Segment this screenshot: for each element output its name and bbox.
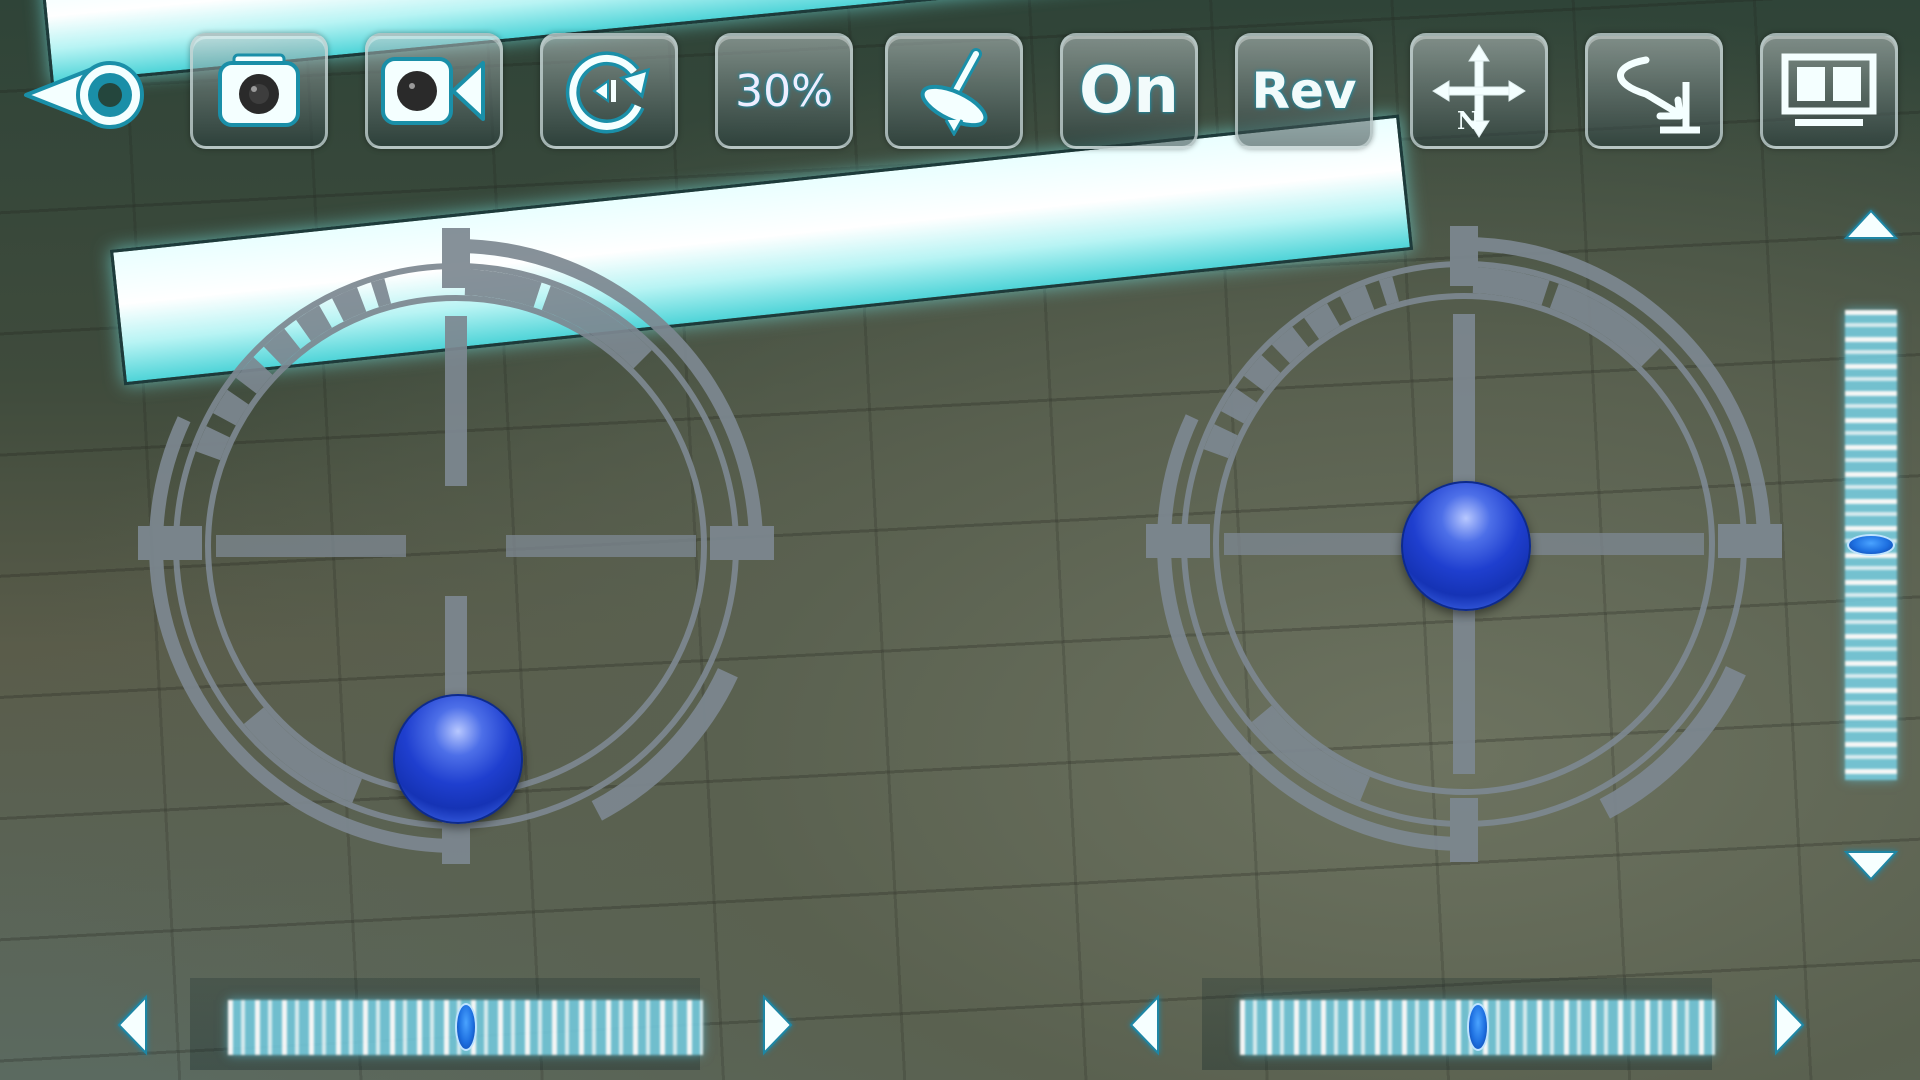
right-vertical-trim <box>1835 200 1905 890</box>
video-camera-icon <box>381 57 485 125</box>
thick-segment <box>591 668 738 821</box>
trim-up-arrow-icon[interactable] <box>1843 208 1899 242</box>
rotate-icon <box>565 51 651 134</box>
speed-button[interactable]: 30% <box>715 33 853 149</box>
left-trim-thumb[interactable] <box>454 1003 477 1051</box>
right-tab <box>1718 524 1782 558</box>
camera-icon <box>218 53 300 127</box>
reverse-label: Rev <box>1251 62 1357 120</box>
top-toolbar: 30% On Rev N <box>0 33 1920 153</box>
top-tab <box>1450 226 1478 286</box>
trim-right-arrow-icon[interactable] <box>1772 994 1806 1056</box>
svg-text:N: N <box>1457 106 1479 135</box>
top-tab <box>442 228 470 288</box>
right-trim-thumb[interactable] <box>1466 1003 1489 1051</box>
gyro-calibrate-icon <box>920 48 988 136</box>
split-screen-icon <box>1781 53 1877 126</box>
headless-mode-button[interactable]: N <box>1410 33 1548 149</box>
left-tab <box>138 526 202 560</box>
thick-segment <box>464 269 542 308</box>
reverse-button[interactable]: Rev <box>1235 33 1373 149</box>
power-button[interactable]: On <box>1060 33 1198 149</box>
right-joystick-knob[interactable] <box>1401 481 1531 611</box>
eye-back-icon <box>24 61 144 129</box>
video-button[interactable] <box>365 33 503 149</box>
vertical-trim-thumb[interactable] <box>1847 534 1895 556</box>
return-home-icon <box>1617 56 1700 134</box>
split-screen-button[interactable] <box>1760 33 1898 149</box>
trim-down-arrow-icon[interactable] <box>1843 848 1899 882</box>
rotate-button[interactable] <box>540 33 678 149</box>
return-home-button[interactable] <box>1585 33 1723 149</box>
right-joystick[interactable] <box>1134 214 1794 874</box>
left-joystick[interactable] <box>126 216 786 876</box>
left-tab <box>1146 524 1210 558</box>
left-joystick-knob[interactable] <box>393 693 523 824</box>
trim-left-arrow-icon[interactable] <box>1128 994 1162 1056</box>
right-tab <box>710 526 774 560</box>
right-horizontal-trim <box>1122 978 1805 1070</box>
trim-right-arrow-icon[interactable] <box>760 994 794 1056</box>
thick-segment <box>1599 666 1746 819</box>
compass-north-arrows-icon: N <box>1432 44 1526 138</box>
speed-label: 30% <box>735 65 833 117</box>
back-button[interactable] <box>22 55 157 135</box>
left-horizontal-trim <box>110 978 793 1070</box>
bottom-tab <box>1450 798 1478 862</box>
gyro-calibrate-button[interactable] <box>885 33 1023 149</box>
power-label: On <box>1079 54 1179 128</box>
trim-left-arrow-icon[interactable] <box>116 994 150 1056</box>
thick-segment <box>1472 267 1550 306</box>
photo-button[interactable] <box>190 33 328 149</box>
